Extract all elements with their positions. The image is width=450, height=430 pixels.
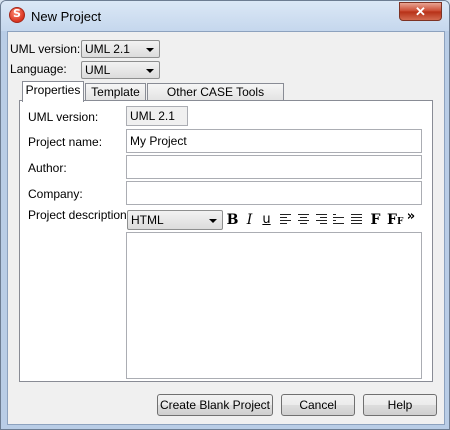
uml-version-select[interactable]: UML 2.1 <box>81 40 160 58</box>
dialog-content: UML version: UML 2.1 Language: UML Prope… <box>7 31 445 425</box>
ordered-list-icon[interactable] <box>333 214 344 225</box>
align-center-icon[interactable] <box>298 214 309 225</box>
more-options-icon[interactable]: » <box>405 209 417 225</box>
help-button[interactable]: Help <box>363 394 437 416</box>
project-description-label: Project description: <box>28 208 131 222</box>
chevron-down-icon <box>146 48 154 52</box>
project-description-editor[interactable] <box>126 232 422 379</box>
font-size-icon-small: F <box>396 217 404 227</box>
language-select-value: UML <box>85 63 111 77</box>
prop-uml-version-label: UML version: <box>28 110 99 124</box>
bold-icon[interactable]: B <box>226 212 239 228</box>
title-bar[interactable]: New Project ✕ <box>1 1 449 31</box>
underline-icon[interactable]: u <box>261 212 272 228</box>
company-label: Company: <box>28 187 83 201</box>
uml-version-select-value: UML 2.1 <box>85 42 130 56</box>
font-size-icon-large: F <box>387 212 397 228</box>
format-select[interactable]: HTML <box>127 210 223 230</box>
format-select-value: HTML <box>131 213 164 227</box>
cancel-button[interactable]: Cancel <box>281 394 355 416</box>
italic-icon[interactable]: I <box>244 212 255 228</box>
new-project-dialog: New Project ✕ UML version: UML 2.1 Langu… <box>0 0 450 430</box>
create-blank-project-button[interactable]: Create Blank Project <box>157 394 273 416</box>
language-label: Language: <box>10 62 67 76</box>
window-title: New Project <box>31 9 102 24</box>
tab-template[interactable]: Template <box>85 83 146 101</box>
font-icon[interactable]: F <box>370 212 381 228</box>
tab-other-case-tools-project[interactable]: Other CASE Tools Project <box>147 83 284 116</box>
project-name-label: Project name: <box>28 135 103 149</box>
chevron-down-icon <box>209 219 217 223</box>
chevron-down-icon <box>146 69 154 73</box>
author-field[interactable] <box>126 155 422 179</box>
project-name-field[interactable]: My Project <box>126 129 422 153</box>
prop-uml-version-value: UML 2.1 <box>126 106 188 126</box>
author-label: Author: <box>28 161 67 175</box>
app-logo-icon <box>9 7 25 23</box>
company-field[interactable] <box>126 181 422 205</box>
language-select[interactable]: UML <box>81 61 160 79</box>
align-left-icon[interactable] <box>280 214 291 225</box>
close-button[interactable]: ✕ <box>399 2 442 21</box>
font-size-icon[interactable]: FF <box>387 212 403 228</box>
align-right-icon[interactable] <box>316 214 327 225</box>
uml-version-label: UML version: <box>10 42 81 56</box>
tab-properties[interactable]: Properties <box>22 81 84 102</box>
bullet-list-icon[interactable] <box>351 214 362 225</box>
